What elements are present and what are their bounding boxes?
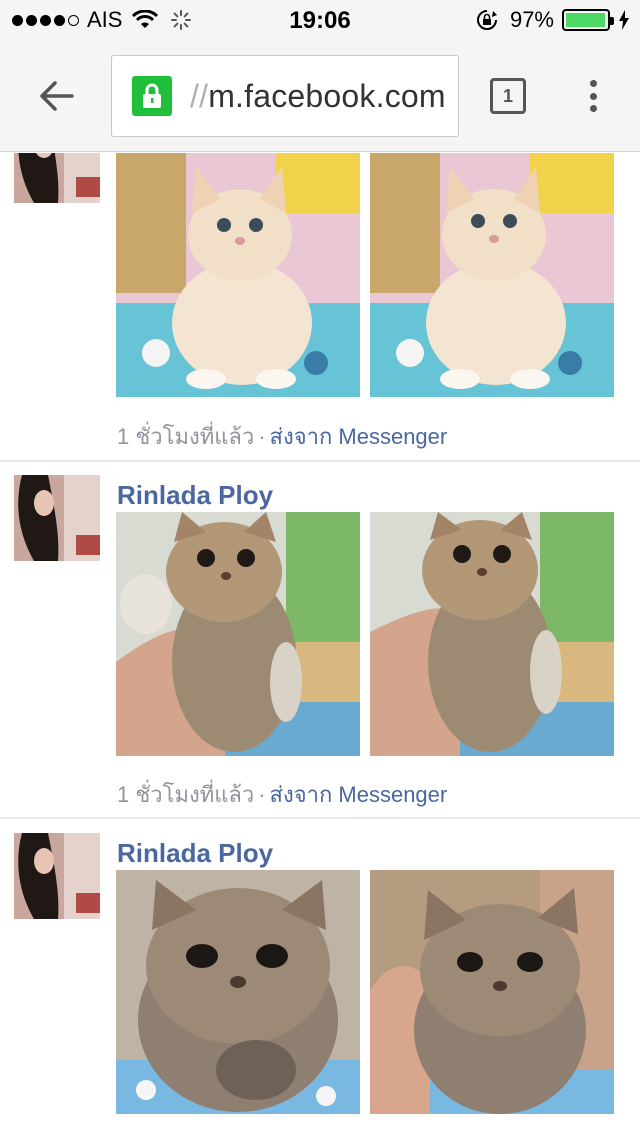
status-right: 97% — [476, 7, 630, 32]
url-scheme: // — [190, 78, 209, 114]
menu-dot-icon — [589, 80, 597, 87]
secure-lock-icon[interactable] — [132, 76, 172, 116]
tabby-kitten-closeup-photo[interactable] — [116, 870, 360, 1114]
post-author[interactable]: Rinlada Ploy — [117, 480, 273, 511]
post-divider — [0, 460, 640, 462]
tabby-kitten-held-photo[interactable] — [370, 512, 614, 756]
post-meta: 1 ชั่วโมงที่แล้ว · ส่งจาก Messenger — [117, 777, 447, 812]
menu-dot-icon — [589, 105, 597, 112]
tabby-kitten-held-photo[interactable] — [116, 512, 360, 756]
sent-via-link[interactable]: ส่งจาก Messenger — [270, 782, 448, 807]
charging-icon — [619, 10, 629, 30]
url-text[interactable]: //m.facebook.com — [190, 78, 446, 115]
status-bar: AIS 19:06 97% — [0, 0, 640, 40]
avatar[interactable] — [14, 153, 100, 203]
browser-toolbar: //m.facebook.com 1 — [0, 40, 640, 152]
battery-icon — [562, 9, 614, 31]
tabby-kitten-closeup-photo[interactable] — [370, 870, 614, 1114]
cream-kitten-photo[interactable] — [370, 153, 614, 397]
battery-percentage: 97% — [509, 7, 554, 32]
post-time[interactable]: 1 ชั่วโมงที่แล้ว — [117, 424, 254, 449]
menu-dot-icon — [589, 92, 597, 100]
avatar[interactable] — [14, 833, 100, 919]
avatar[interactable] — [14, 475, 100, 561]
back-button[interactable] — [34, 74, 78, 118]
post-time[interactable]: 1 ชั่วโมงที่แล้ว — [117, 782, 254, 807]
post-author[interactable]: Rinlada Ploy — [117, 838, 273, 869]
back-arrow-icon — [40, 81, 74, 111]
meta-separator: · — [258, 782, 266, 807]
post-meta: 1 ชั่วโมงที่แล้ว · ส่งจาก Messenger — [117, 419, 447, 454]
overflow-menu-button[interactable] — [582, 76, 604, 116]
meta-separator: · — [258, 424, 266, 449]
rotation-lock-icon — [476, 10, 497, 30]
cream-kitten-photo[interactable] — [116, 153, 360, 397]
tab-switcher-button[interactable]: 1 — [490, 78, 526, 114]
post-divider — [0, 817, 640, 819]
url-host: m.facebook.com — [208, 78, 446, 114]
address-bar[interactable]: //m.facebook.com — [111, 55, 459, 137]
sent-via-link[interactable]: ส่งจาก Messenger — [270, 424, 448, 449]
message-feed[interactable]: 1 ชั่วโมงที่แล้ว · ส่งจาก Messenger Rinlad… — [0, 153, 640, 1136]
